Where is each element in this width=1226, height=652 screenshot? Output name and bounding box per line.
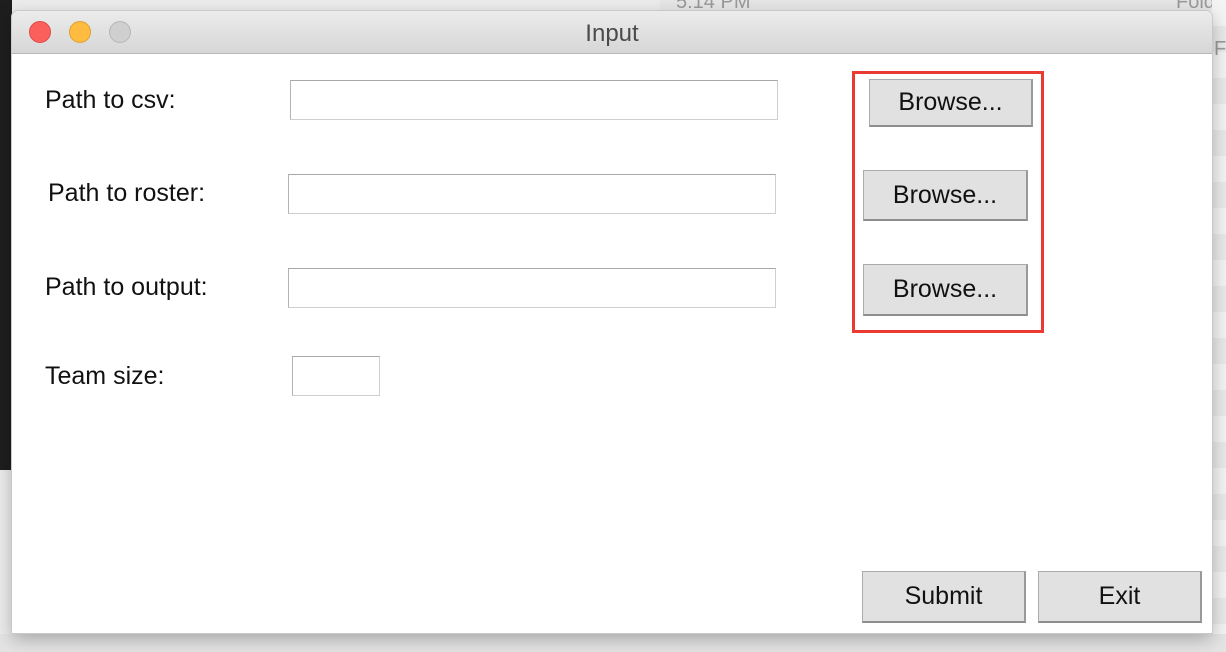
roster-browse-button[interactable]: Browse... [863, 170, 1028, 221]
csv-path-input[interactable] [290, 80, 778, 120]
team-size-input[interactable] [292, 356, 380, 396]
output-browse-button[interactable]: Browse... [863, 264, 1028, 316]
csv-browse-button[interactable]: Browse... [869, 79, 1033, 127]
title-bar[interactable]: Input [12, 11, 1212, 54]
team-size-label: Team size: [45, 362, 165, 390]
roster-path-input[interactable] [288, 174, 776, 214]
roster-path-label: Path to roster: [48, 179, 206, 207]
input-window: Input Path to csv: Browse... Path to ros… [12, 11, 1212, 633]
window-title: Input [585, 20, 639, 47]
submit-button[interactable]: Submit [862, 571, 1026, 623]
output-path-input[interactable] [288, 268, 776, 308]
csv-path-label: Path to csv: [45, 86, 176, 114]
desktop-background [0, 0, 12, 470]
background-finder-list [1212, 0, 1226, 652]
background-folder-label-2: Fold [1214, 38, 1226, 60]
output-path-label: Path to output: [45, 273, 208, 301]
desktop-bottom-strip [0, 634, 1226, 652]
exit-button[interactable]: Exit [1038, 571, 1202, 623]
